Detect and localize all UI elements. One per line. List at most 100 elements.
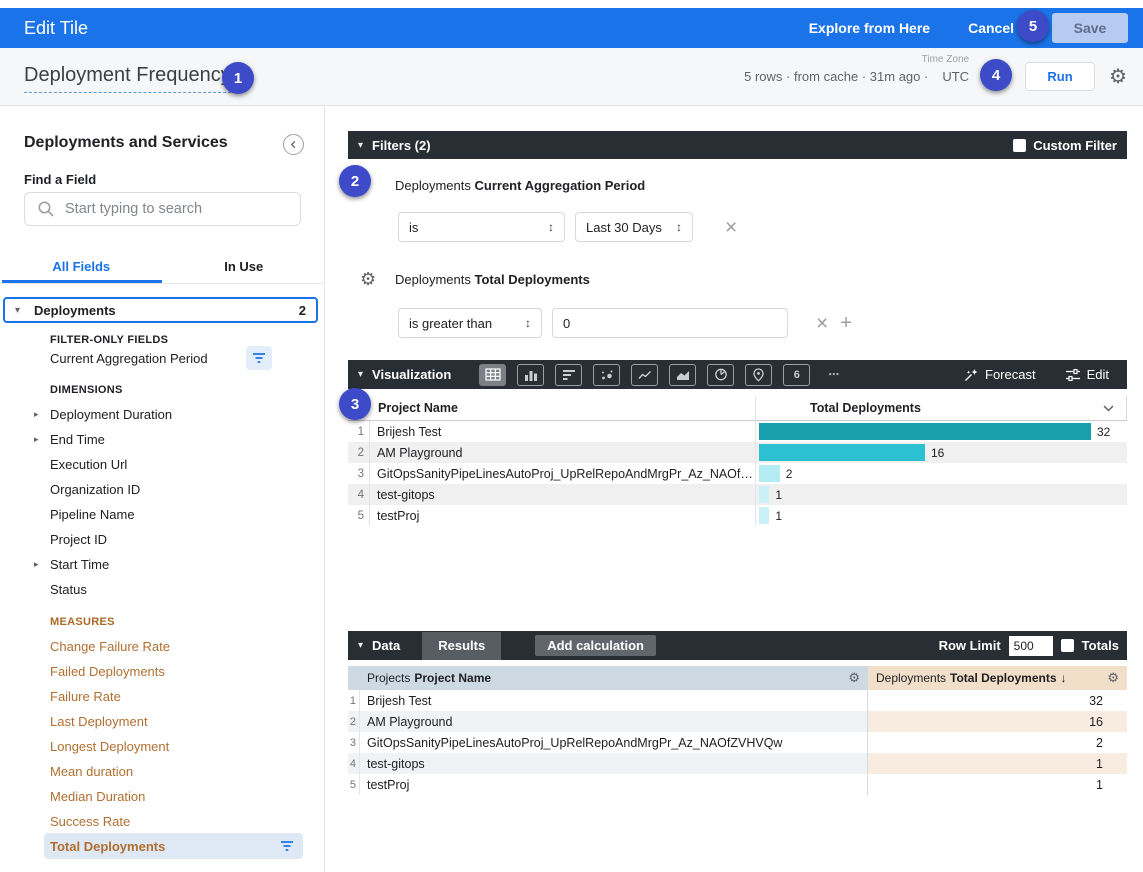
viz-table-row[interactable]: 1Brijesh Test32	[348, 421, 1127, 442]
bar-value-label: 1	[775, 509, 782, 523]
field-label: Project ID	[50, 532, 107, 547]
caret-down-icon[interactable]: ▾	[15, 305, 20, 316]
sidebar-field-median-duration[interactable]: Median Duration	[0, 784, 324, 809]
forecast-button[interactable]: Forecast	[964, 367, 1036, 382]
row-number: 5	[348, 505, 370, 526]
annotation-badge-5: 5	[1017, 10, 1049, 42]
expand-icon[interactable]: ▸	[34, 409, 39, 420]
results-table-header: Projects Project Name ⚙ Deployments Tota…	[348, 666, 1127, 690]
results-table-row[interactable]: 5testProj1	[348, 774, 1127, 795]
filter-active-icon[interactable]	[280, 840, 294, 852]
results-tab[interactable]: Results	[422, 632, 501, 660]
sidebar-field-failure-rate[interactable]: Failure Rate	[0, 684, 324, 709]
project-name-cell: GitOpsSanityPipeLinesAutoProj_UpRelRepoA…	[360, 732, 867, 753]
sidebar-field-organization-id[interactable]: Organization ID	[0, 477, 324, 502]
viz-table-row[interactable]: 3GitOpsSanityPipeLinesAutoProj_UpRelRepo…	[348, 463, 1127, 484]
totals-checkbox[interactable]	[1061, 639, 1074, 652]
filter-operator-select[interactable]: is greater than ↕	[398, 308, 542, 338]
window-title: Edit Tile	[24, 18, 88, 39]
more-icon[interactable]: ⋯	[821, 364, 848, 386]
totals-label: Totals	[1082, 638, 1119, 653]
sidebar-field-failed-deployments[interactable]: Failed Deployments	[0, 659, 324, 684]
bar-cell: 32	[755, 421, 1127, 442]
scatter-chart-icon[interactable]	[593, 364, 620, 386]
single-value-icon[interactable]: 6	[783, 364, 810, 386]
run-button[interactable]: Run	[1025, 62, 1095, 91]
sidebar-field-start-time[interactable]: ▸Start Time	[0, 552, 324, 577]
add-calculation-button[interactable]: Add calculation	[535, 635, 656, 656]
column-gear-icon[interactable]: ⚙	[848, 670, 860, 686]
row-limit-input[interactable]	[1009, 636, 1053, 656]
filter-gear-icon[interactable]: ⚙	[360, 269, 376, 290]
line-chart-icon[interactable]	[631, 364, 658, 386]
field-search-box[interactable]	[24, 192, 301, 226]
caret-down-icon[interactable]: ▾	[358, 140, 363, 151]
results-table-row[interactable]: 2AM Playground16	[348, 711, 1127, 732]
column-header-project-name[interactable]: Project Name	[348, 401, 755, 415]
sidebar-field-mean-duration[interactable]: Mean duration	[0, 759, 324, 784]
view-group-deployments[interactable]: ▾ Deployments 2	[3, 297, 318, 323]
expand-icon[interactable]: ▸	[34, 434, 39, 445]
settings-gear-icon[interactable]: ⚙	[1109, 67, 1127, 87]
sidebar-field-success-rate[interactable]: Success Rate	[0, 809, 324, 834]
sidebar-field-current-aggregation-period[interactable]: Current Aggregation Period	[0, 346, 324, 371]
sidebar-field-end-time[interactable]: ▸End Time	[0, 427, 324, 452]
results-table-row[interactable]: 1Brijesh Test32	[348, 690, 1127, 711]
filter-active-icon[interactable]	[246, 346, 272, 370]
sort-desc-icon[interactable]: ↓	[1061, 671, 1067, 685]
field-label: Organization ID	[50, 482, 140, 497]
sidebar-field-deployment-duration[interactable]: ▸Deployment Duration	[0, 402, 324, 427]
filter-value-select[interactable]: Last 30 Days ↕	[575, 212, 693, 242]
cancel-link[interactable]: Cancel	[968, 20, 1014, 36]
filter-value-input[interactable]	[552, 308, 788, 338]
column-header-total-deployments[interactable]: Deployments Total Deployments ↓ ⚙	[868, 666, 1127, 690]
viz-table-row[interactable]: 4test-gitops1	[348, 484, 1127, 505]
area-chart-icon[interactable]	[669, 364, 696, 386]
bar-chart-icon[interactable]	[555, 364, 582, 386]
remove-filter-icon[interactable]: ×	[725, 217, 737, 238]
column-header-project-name[interactable]: Projects Project Name ⚙	[360, 666, 868, 690]
add-filter-icon[interactable]: +	[840, 313, 852, 333]
column-gear-icon[interactable]: ⚙	[1107, 670, 1119, 686]
save-button[interactable]: Save	[1052, 13, 1128, 43]
sidebar-field-execution-url[interactable]: Execution Url	[0, 452, 324, 477]
filter-operator-select[interactable]: is ↕	[398, 212, 565, 242]
collapse-sidebar-icon[interactable]	[283, 134, 304, 155]
sidebar-field-last-deployment[interactable]: Last Deployment	[0, 709, 324, 734]
map-pin-icon[interactable]	[745, 364, 772, 386]
custom-filter-checkbox[interactable]	[1013, 139, 1026, 152]
sidebar-field-project-id[interactable]: Project ID	[0, 527, 324, 552]
search-input[interactable]	[65, 201, 300, 217]
results-table-row[interactable]: 3GitOpsSanityPipeLinesAutoProj_UpRelRepo…	[348, 732, 1127, 753]
pie-chart-icon[interactable]	[707, 364, 734, 386]
tab-in-use[interactable]: In Use	[163, 252, 326, 283]
field-label: Median Duration	[50, 789, 145, 804]
row-number-header	[348, 666, 360, 690]
column-chart-icon[interactable]	[517, 364, 544, 386]
expand-icon[interactable]: ▸	[34, 559, 39, 570]
page-title[interactable]: Deployment Frequency	[24, 64, 231, 93]
column-header-total-deployments[interactable]: Total Deployments	[755, 396, 1126, 420]
visualization-bar-label[interactable]: Visualization	[372, 367, 451, 382]
field-label: Longest Deployment	[50, 739, 169, 754]
tab-all-fields[interactable]: All Fields	[0, 252, 163, 283]
caret-down-icon[interactable]: ▾	[358, 640, 363, 651]
sidebar-field-change-failure-rate[interactable]: Change Failure Rate	[0, 634, 324, 659]
viz-table-row[interactable]: 2AM Playground16	[348, 442, 1127, 463]
caret-down-icon[interactable]: ▾	[358, 369, 363, 380]
results-table-row[interactable]: 4test-gitops1	[348, 753, 1127, 774]
explore-from-here-link[interactable]: Explore from Here	[809, 20, 930, 36]
column-menu-chevron-icon[interactable]	[1103, 405, 1114, 412]
sidebar-field-total-deployments-selected[interactable]: Total Deployments	[44, 833, 303, 859]
sidebar-field-pipeline-name[interactable]: Pipeline Name	[0, 502, 324, 527]
field-label: Mean duration	[50, 764, 133, 779]
sidebar-field-status[interactable]: Status	[0, 577, 324, 602]
data-bar-label[interactable]: Data	[372, 638, 400, 653]
table-icon[interactable]	[479, 364, 506, 386]
viz-table-row[interactable]: 5testProj1	[348, 505, 1127, 526]
total-deployments-cell: 16	[867, 711, 1127, 732]
sidebar-field-longest-deployment[interactable]: Longest Deployment	[0, 734, 324, 759]
remove-filter-icon[interactable]: ×	[816, 313, 828, 334]
filters-bar-label[interactable]: Filters (2)	[372, 138, 431, 153]
edit-viz-button[interactable]: Edit	[1066, 367, 1109, 382]
